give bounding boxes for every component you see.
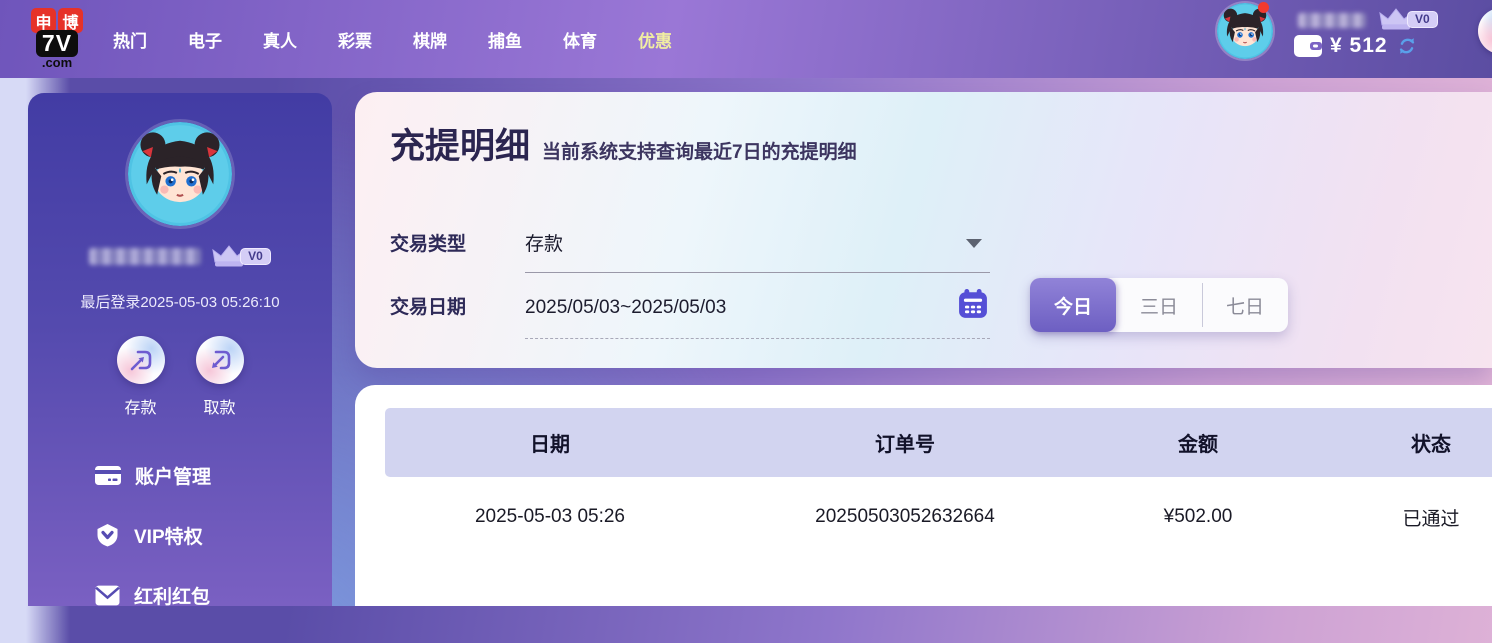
transaction-type-label: 交易类型 bbox=[390, 229, 466, 256]
date-range-group: 今日 三日 七日 bbox=[1030, 278, 1288, 332]
sidebar-username-blurred bbox=[89, 248, 201, 265]
page: { "brand": { "logo_red_1": "申", "logo_re… bbox=[0, 0, 1492, 606]
brand-logo-main: 7V bbox=[36, 30, 78, 57]
withdraw-label: 取款 bbox=[196, 394, 244, 418]
page-title-row: 充提明细 当前系统支持查询最近7日的充提明细 bbox=[390, 118, 857, 169]
range-button-today[interactable]: 今日 bbox=[1030, 278, 1116, 332]
sidebar-item-account[interactable]: 账户管理 bbox=[95, 463, 211, 487]
sidebar-vip-badge: V0 bbox=[211, 243, 271, 269]
sidebar-menu: 账户管理 VIP特权 红利红包 bbox=[95, 463, 211, 643]
transaction-date-label: 交易日期 bbox=[390, 292, 466, 319]
vip-level-pill: V0 bbox=[1407, 11, 1438, 28]
header-username-blurred bbox=[1298, 13, 1366, 28]
wallet-icon bbox=[1294, 35, 1322, 57]
sidebar: V0 最后登录2025-05-03 05:26:10 存款 bbox=[28, 93, 332, 606]
wallet-row: ¥ 512 bbox=[1294, 34, 1418, 58]
sidebar-item-label: 账户管理 bbox=[135, 462, 211, 489]
cell-amount: ¥502.00 bbox=[1095, 506, 1301, 528]
filter-panel: 充提明细 当前系统支持查询最近7日的充提明细 交易类型 存款 交易日期 2025… bbox=[355, 92, 1492, 368]
nav-item-promo[interactable]: 优惠 bbox=[638, 27, 672, 52]
cell-order-number: 20250503052632664 bbox=[715, 506, 1095, 528]
range-button-7days[interactable]: 七日 bbox=[1202, 278, 1288, 332]
main-nav: 热门 电子 真人 彩票 棋牌 捕鱼 体育 优惠 bbox=[113, 27, 672, 52]
column-header-order: 订单号 bbox=[715, 428, 1095, 457]
cell-date: 2025-05-03 05:26 bbox=[385, 506, 715, 528]
top-navbar: 申 博 7V .com 热门 电子 真人 彩票 棋牌 捕鱼 体育 优惠 bbox=[0, 0, 1492, 78]
nav-item-hot[interactable]: 热门 bbox=[113, 27, 147, 52]
transaction-type-value: 存款 bbox=[525, 229, 563, 256]
brand-logo-suffix: .com bbox=[42, 56, 72, 70]
refresh-balance-icon[interactable] bbox=[1396, 35, 1418, 57]
nav-item-cards[interactable]: 棋牌 bbox=[413, 27, 447, 52]
deposit-label: 存款 bbox=[117, 394, 165, 418]
nav-item-fishing[interactable]: 捕鱼 bbox=[488, 27, 522, 52]
avatar-illustration bbox=[128, 122, 232, 226]
calendar-icon[interactable] bbox=[958, 289, 988, 319]
column-header-date: 日期 bbox=[385, 428, 715, 457]
nav-item-slots[interactable]: 电子 bbox=[188, 27, 222, 52]
page-subtitle: 当前系统支持查询最近7日的充提明细 bbox=[542, 137, 857, 164]
withdraw-button[interactable]: 取款 bbox=[196, 336, 244, 418]
transaction-date-value: 2025/05/03~2025/05/03 bbox=[525, 297, 726, 319]
sidebar-avatar[interactable] bbox=[128, 122, 232, 226]
bank-card-icon bbox=[95, 465, 121, 486]
table-header-row: 日期 订单号 金额 状态 bbox=[385, 408, 1492, 477]
column-header-amount: 金额 bbox=[1095, 428, 1301, 457]
transaction-type-select[interactable]: 存款 bbox=[525, 212, 990, 273]
floating-service-button[interactable] bbox=[1478, 8, 1492, 54]
cell-status: 已通过 bbox=[1301, 504, 1492, 531]
range-button-3days[interactable]: 三日 bbox=[1116, 278, 1202, 332]
header-vip-badge: V0 bbox=[1378, 6, 1438, 32]
vip-shield-icon bbox=[95, 523, 120, 547]
nav-item-lottery[interactable]: 彩票 bbox=[338, 27, 372, 52]
column-header-status: 状态 bbox=[1301, 428, 1492, 457]
sidebar-item-label: 红利红包 bbox=[134, 582, 210, 609]
nav-item-sports[interactable]: 体育 bbox=[563, 27, 597, 52]
balance-amount: ¥ 512 bbox=[1330, 34, 1388, 58]
nav-item-live[interactable]: 真人 bbox=[263, 27, 297, 52]
deposit-button[interactable]: 存款 bbox=[117, 336, 165, 418]
records-table-panel: 日期 订单号 金额 状态 2025-05-03 05:26 2025050305… bbox=[355, 385, 1492, 606]
notification-dot bbox=[1258, 2, 1269, 13]
deposit-icon bbox=[128, 347, 154, 373]
deposit-icon-circle bbox=[117, 336, 165, 384]
sidebar-item-label: VIP特权 bbox=[134, 522, 203, 549]
page-title: 充提明细 bbox=[390, 118, 530, 169]
transaction-date-input[interactable]: 2025/05/03~2025/05/03 bbox=[525, 278, 990, 339]
chevron-down-icon bbox=[966, 239, 982, 248]
last-login-text: 最后登录2025-05-03 05:26:10 bbox=[28, 291, 332, 312]
vip-level-pill: V0 bbox=[240, 248, 271, 265]
sidebar-user-line: V0 bbox=[28, 243, 332, 269]
red-packet-icon bbox=[95, 585, 120, 606]
sidebar-quick-actions: 存款 取款 bbox=[28, 336, 332, 418]
brand-logo[interactable]: 申 博 7V .com bbox=[28, 8, 86, 70]
sidebar-item-vip[interactable]: VIP特权 bbox=[95, 523, 211, 547]
withdraw-icon-circle bbox=[196, 336, 244, 384]
table-row: 2025-05-03 05:26 20250503052632664 ¥502.… bbox=[385, 481, 1492, 553]
withdraw-icon bbox=[207, 347, 233, 373]
sidebar-item-bonus[interactable]: 红利红包 bbox=[95, 583, 211, 607]
